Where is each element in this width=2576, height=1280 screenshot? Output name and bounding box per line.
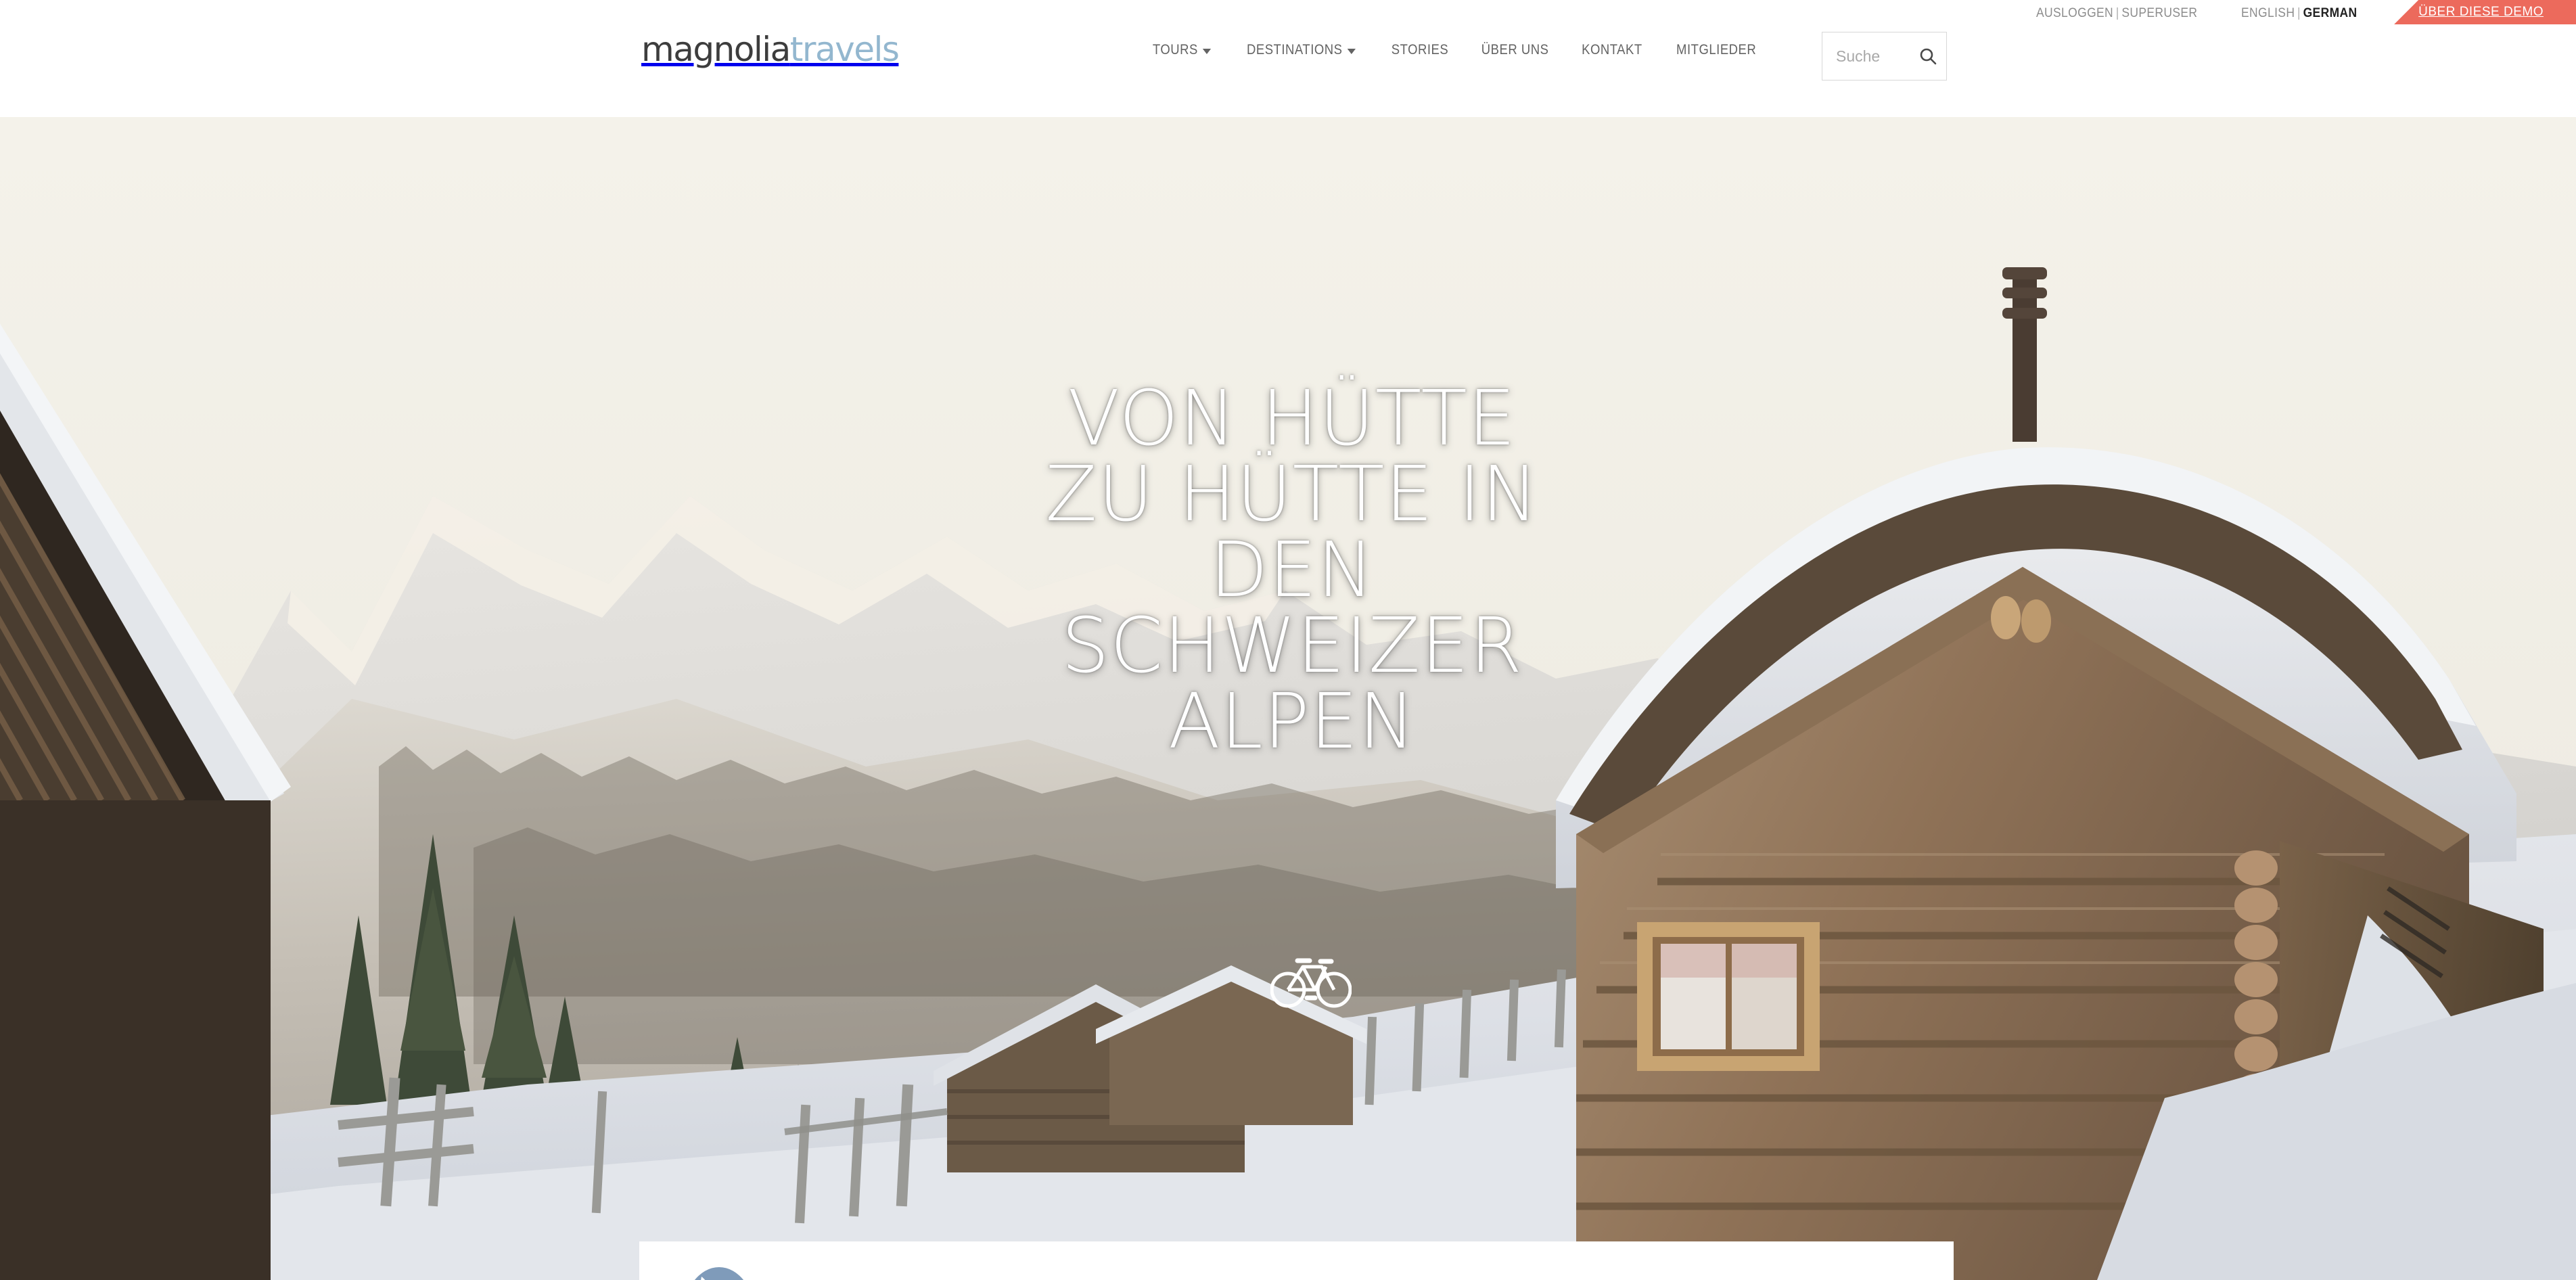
logo-text-primary: magnolia (641, 30, 791, 69)
site-logo[interactable]: magnoliatravels (641, 30, 900, 69)
chevron-down-icon (1347, 48, 1356, 54)
nav-item-stories[interactable]: STORIES (1381, 42, 1459, 58)
nav-label: ÜBER UNS (1481, 42, 1549, 58)
nav-item-ueber-uns[interactable]: ÜBER UNS (1471, 42, 1559, 58)
about-demo-banner[interactable]: ÜBER DIESE DEMO (2394, 0, 2576, 24)
hero-section: VON HÜTTE ZU HÜTTE IN DEN SCHWEIZER ALPE… (0, 117, 2576, 1280)
search-box[interactable] (1822, 32, 1947, 81)
language-separator: | (2297, 6, 2301, 20)
about-demo-label: ÜBER DIESE DEMO (2418, 5, 2544, 19)
utility-links: AUSLOGGEN | SUPERUSER ENGLISH | GERMAN (2036, 0, 2368, 24)
tour-info-card: Ausgangsort Zurich, Switzerland Dauer 7 … (639, 1241, 1954, 1280)
search-input[interactable] (1836, 47, 1910, 66)
language-switcher: ENGLISH | GERMAN (2241, 6, 2357, 21)
nav-item-destinations[interactable]: DESTINATIONS (1236, 42, 1366, 58)
search-icon[interactable] (1919, 47, 1937, 65)
account-separator: | (2115, 6, 2119, 20)
main-navigation: TOURS DESTINATIONS STORIES ÜBER UNS KONT… (1136, 42, 1774, 58)
globe-icon (672, 1263, 766, 1280)
logo-text-secondary: travels (789, 30, 900, 69)
nav-label: DESTINATIONS (1247, 42, 1343, 58)
hero-headline: VON HÜTTE ZU HÜTTE IN DEN SCHWEIZER ALPE… (1045, 375, 1539, 766)
language-german-link[interactable]: GERMAN (2303, 6, 2357, 20)
bicycle-icon (1270, 949, 1352, 1010)
nav-label: KONTAKT (1582, 42, 1643, 58)
language-english-link[interactable]: ENGLISH (2241, 6, 2295, 20)
utility-bar: AUSLOGGEN | SUPERUSER ENGLISH | GERMAN ÜBER … (0, 0, 2576, 28)
nav-label: STORIES (1391, 42, 1449, 58)
logout-link[interactable]: AUSLOGGEN (2036, 6, 2113, 20)
nav-item-kontakt[interactable]: KONTAKT (1571, 42, 1653, 58)
nav-label: TOURS (1152, 42, 1198, 58)
chevron-down-icon (1202, 48, 1212, 54)
account-links: AUSLOGGEN | SUPERUSER (2036, 6, 2197, 21)
current-user-link[interactable]: SUPERUSER (2121, 6, 2197, 20)
nav-label: MITGLIEDER (1676, 42, 1757, 58)
nav-item-tours[interactable]: TOURS (1142, 42, 1222, 58)
nav-item-mitglieder[interactable]: MITGLIEDER (1665, 42, 1767, 58)
